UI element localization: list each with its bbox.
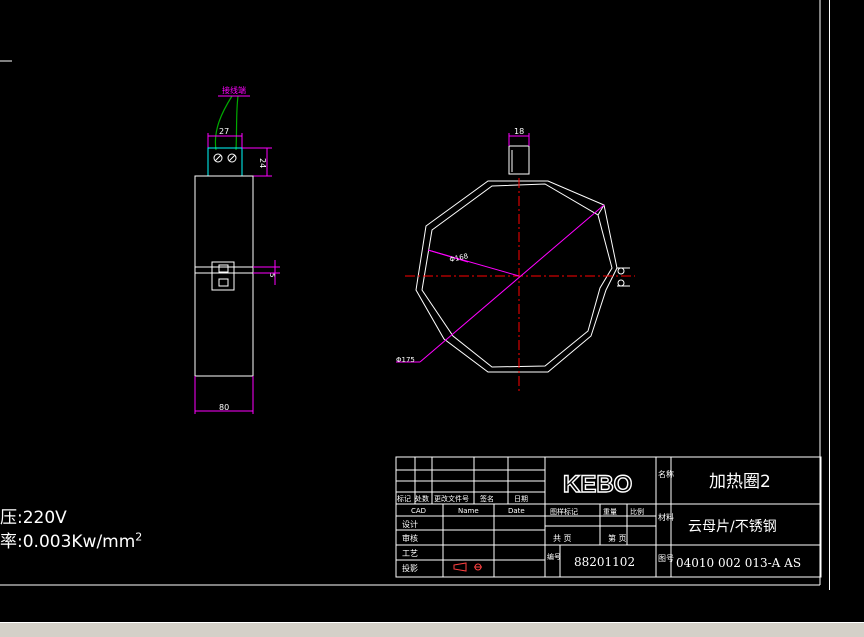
heater-body: [194, 175, 254, 377]
dim-inner-label: Φ168: [449, 252, 469, 264]
lead-label: 接线端: [222, 85, 246, 95]
name-label: 名称: [658, 469, 674, 479]
dim-gap-label: 5: [268, 273, 276, 277]
projection-symbol-icon: [453, 562, 482, 572]
rev-header-doc: 更改文件号: [434, 494, 469, 503]
role-projection: 投影: [402, 563, 418, 573]
rev-header-date: 日期: [514, 495, 528, 503]
side-view: 接线端 27 24 5 80: [194, 85, 280, 414]
dim-width-top-label: 27: [219, 127, 229, 136]
sheet-total: 共 页: [553, 534, 572, 543]
material-value: 云母片/不锈钢: [688, 519, 777, 535]
cad-label: CAD: [411, 507, 426, 515]
spec-voltage: 压:220V: [0, 508, 67, 528]
spec-density-exponent: 2: [135, 530, 143, 544]
kebo-logo: KEBO: [563, 471, 632, 498]
role-process: 工艺: [402, 549, 418, 558]
dim-outer-label: Φ175: [396, 356, 415, 364]
stage-mark-label: 图样标记: [550, 507, 578, 516]
rev-header-count: 处数: [415, 494, 429, 503]
dim-width-bottom-label: 80: [219, 403, 229, 412]
name-col-label: Name: [458, 507, 479, 515]
dim-terminal-label: 18: [514, 127, 524, 136]
lead-wire: [214, 95, 233, 151]
spec-density-text: 率:0.003Kw/mm: [0, 532, 136, 552]
lead-wire: [235, 95, 239, 151]
front-view: 18 Φ168 Φ175: [396, 127, 635, 392]
code-label: 编号: [547, 552, 561, 561]
drawing-no-label: 图号: [658, 554, 674, 563]
role-design: 设计: [402, 519, 418, 529]
code-value: 88201102: [574, 555, 635, 569]
dim-height-small-label: 24: [258, 158, 267, 168]
date-col-label: Date: [508, 507, 525, 515]
title-block-text: 标记 处数 更改文件号 签名 日期 CAD Name Date 图样标记 重量 …: [397, 469, 801, 573]
terminal-block: [207, 147, 243, 177]
material-label: 材料: [658, 512, 674, 522]
spec-power-density: 率:0.003Kw/mm2: [0, 527, 142, 552]
status-bar: [0, 622, 864, 637]
rev-header-mark: 标记: [397, 494, 411, 503]
viewport-edge: [829, 0, 833, 590]
role-review: 审核: [402, 533, 418, 543]
drawing-no-value: 04010 002 013-A AS: [676, 556, 801, 570]
part-name: 加热圈2: [709, 472, 771, 492]
rev-header-sign: 签名: [480, 494, 494, 503]
sheet-number: 第 页: [608, 533, 627, 543]
scale-label: 比例: [630, 507, 644, 516]
weight-label: 重量: [603, 508, 617, 516]
